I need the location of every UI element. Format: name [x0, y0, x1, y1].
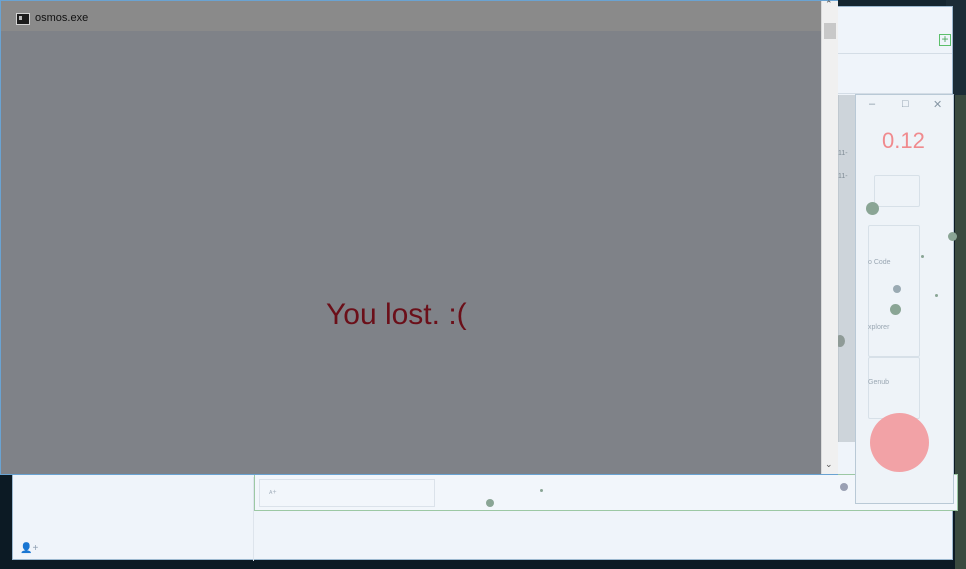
window-title: osmos.exe — [35, 12, 89, 24]
list-tick: 11- — [838, 150, 848, 157]
window-titlebar[interactable]: osmos.exe — [1, 1, 821, 31]
mote — [948, 232, 957, 241]
mote — [935, 294, 938, 297]
add-button[interactable]: + — [939, 33, 951, 46]
mote — [486, 499, 494, 507]
game-window: osmos.exe You lost. :( ⌃ ⌄ — [0, 0, 838, 475]
inner-panel-label: ᴀ+ — [269, 489, 277, 496]
inner-panel: ᴀ+ — [254, 474, 958, 511]
scroll-thumb[interactable] — [824, 23, 836, 39]
minimize-button[interactable]: – — [869, 98, 875, 110]
player-blob — [870, 413, 929, 472]
menu-item: Genub — [868, 379, 890, 386]
lose-message: You lost. :( — [326, 298, 467, 331]
vertical-scrollbar[interactable]: ⌃ ⌄ — [821, 0, 838, 474]
menu-item: o Code — [868, 259, 891, 266]
scroll-up-arrow-icon[interactable]: ⌃ — [825, 0, 833, 10]
app-icon — [16, 13, 30, 25]
osmos-side-titlebar: – □ ✕ — [856, 95, 953, 115]
maximize-button[interactable]: □ — [902, 98, 909, 110]
close-button[interactable]: ✕ — [933, 98, 942, 111]
mote — [893, 285, 901, 293]
mote — [921, 255, 924, 258]
background-sidebar — [13, 477, 254, 561]
scroll-down-arrow-icon[interactable]: ⌄ — [825, 459, 833, 470]
game-canvas[interactable] — [12, 31, 821, 474]
mote — [540, 489, 543, 492]
mote — [866, 202, 879, 215]
window-left-edge — [1, 31, 12, 474]
mote — [890, 304, 901, 315]
list-tick: 11- — [838, 173, 848, 180]
menu-item: xplorer — [868, 324, 890, 331]
mote — [840, 483, 848, 491]
add-user-icon[interactable]: 👤+ — [20, 543, 38, 554]
score-readout: 0.12 — [882, 128, 925, 153]
